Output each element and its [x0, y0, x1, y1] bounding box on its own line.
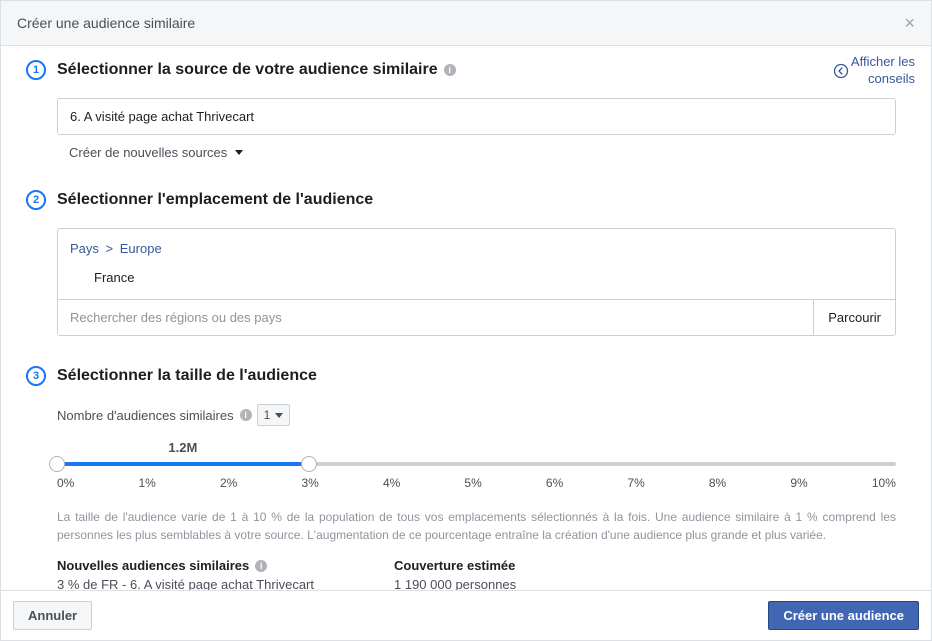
location-breadcrumb: Pays > Europe [58, 229, 895, 262]
step-content: Pays > Europe France Parcourir [57, 228, 896, 336]
modal-title: Créer une audience similaire [17, 15, 195, 31]
size-slider: 1.2M 0%1%2%3%4%5%6%7%8%9%10% [57, 462, 896, 490]
step-number: 3 [26, 366, 46, 386]
create-new-sources-link[interactable]: Créer de nouvelles sources [69, 145, 243, 160]
step-number: 2 [26, 190, 46, 210]
slider-thumb-start[interactable] [49, 456, 65, 472]
audience-count-row: Nombre d'audiences similaires i 1 [57, 404, 896, 426]
slider-tick: 0% [57, 476, 74, 490]
size-description: La taille de l'audience varie de 1 à 10 … [57, 508, 896, 544]
source-input[interactable]: 6. A visité page achat Thrivecart [57, 98, 896, 135]
slider-tick: 5% [464, 476, 481, 490]
count-label: Nombre d'audiences similaires [57, 408, 234, 423]
new-lookalikes-col: Nouvelles audiences similaires i 3 % de … [57, 558, 314, 592]
estimated-reach-col: Couverture estimée 1 190 000 personnes [394, 558, 516, 592]
back-arrow-icon [833, 63, 849, 79]
estimated-reach-head: Couverture estimée [394, 558, 516, 573]
step-source: 1 Sélectionner la source de votre audien… [26, 60, 921, 160]
step-location: 2 Sélectionner l'emplacement de l'audien… [26, 190, 921, 336]
step-head: 3 Sélectionner la taille de l'audience [26, 366, 921, 386]
close-icon[interactable]: × [904, 14, 915, 32]
info-icon[interactable]: i [240, 409, 252, 421]
step-title: Sélectionner l'emplacement de l'audience [57, 191, 373, 209]
modal-header: Créer une audience similaire × [1, 1, 931, 46]
slider-tick: 10% [872, 476, 896, 490]
info-icon[interactable]: i [255, 560, 267, 572]
summary-row: Nouvelles audiences similaires i 3 % de … [57, 558, 896, 592]
slider-track[interactable] [57, 462, 896, 466]
cancel-button[interactable]: Annuler [13, 601, 92, 630]
step-title: Sélectionner la source de votre audience… [57, 61, 438, 79]
modal-body: Afficher les conseils 1 Sélectionner la … [1, 46, 931, 622]
step-number: 1 [26, 60, 46, 80]
browse-button[interactable]: Parcourir [813, 300, 895, 335]
show-tips-link[interactable]: Afficher les conseils [833, 54, 915, 88]
slider-tick: 2% [220, 476, 237, 490]
location-search-row: Parcourir [58, 299, 895, 335]
selected-location[interactable]: France [58, 262, 895, 299]
browse-label: Parcourir [828, 310, 881, 325]
tips-line2: conseils [868, 71, 915, 86]
tips-line1: Afficher les [851, 54, 915, 69]
step-head: 1 Sélectionner la source de votre audien… [26, 60, 921, 80]
new-sources-label: Créer de nouvelles sources [69, 145, 227, 160]
create-audience-button[interactable]: Créer une audience [768, 601, 919, 630]
step-content: Nombre d'audiences similaires i 1 1.2M 0… [57, 404, 896, 592]
chevron-down-icon [275, 413, 283, 418]
breadcrumb-sep: > [106, 241, 114, 256]
step-size: 3 Sélectionner la taille de l'audience N… [26, 366, 921, 592]
slider-tick: 8% [709, 476, 726, 490]
slider-value-label: 1.2M [168, 440, 197, 455]
slider-ticks: 0% 1% 2% 3% 4% 5% 6% 7% 8% 9% 10% [57, 476, 896, 490]
location-search-input[interactable] [58, 300, 813, 335]
slider-tick: 6% [546, 476, 563, 490]
slider-tick: 7% [627, 476, 644, 490]
audience-count-select[interactable]: 1 [257, 404, 291, 426]
info-icon[interactable]: i [444, 64, 456, 76]
slider-tick: 4% [383, 476, 400, 490]
modal-footer: Annuler Créer une audience [1, 590, 931, 640]
step-title: Sélectionner la taille de l'audience [57, 367, 317, 385]
slider-thumb-end[interactable] [301, 456, 317, 472]
selected-source: 6. A visité page achat Thrivecart [70, 109, 254, 124]
breadcrumb-root[interactable]: Pays [70, 241, 99, 256]
location-box: Pays > Europe France Parcourir [57, 228, 896, 336]
step-content: 6. A visité page achat Thrivecart Créer … [57, 98, 896, 160]
slider-tick: 3% [301, 476, 318, 490]
slider-fill [57, 462, 309, 466]
slider-tick: 1% [138, 476, 155, 490]
breadcrumb-current[interactable]: Europe [120, 241, 162, 256]
new-lookalikes-head: Nouvelles audiences similaires i [57, 558, 314, 573]
chevron-down-icon [235, 150, 243, 155]
step-head: 2 Sélectionner l'emplacement de l'audien… [26, 190, 921, 210]
slider-tick: 9% [790, 476, 807, 490]
count-value: 1 [264, 408, 271, 422]
